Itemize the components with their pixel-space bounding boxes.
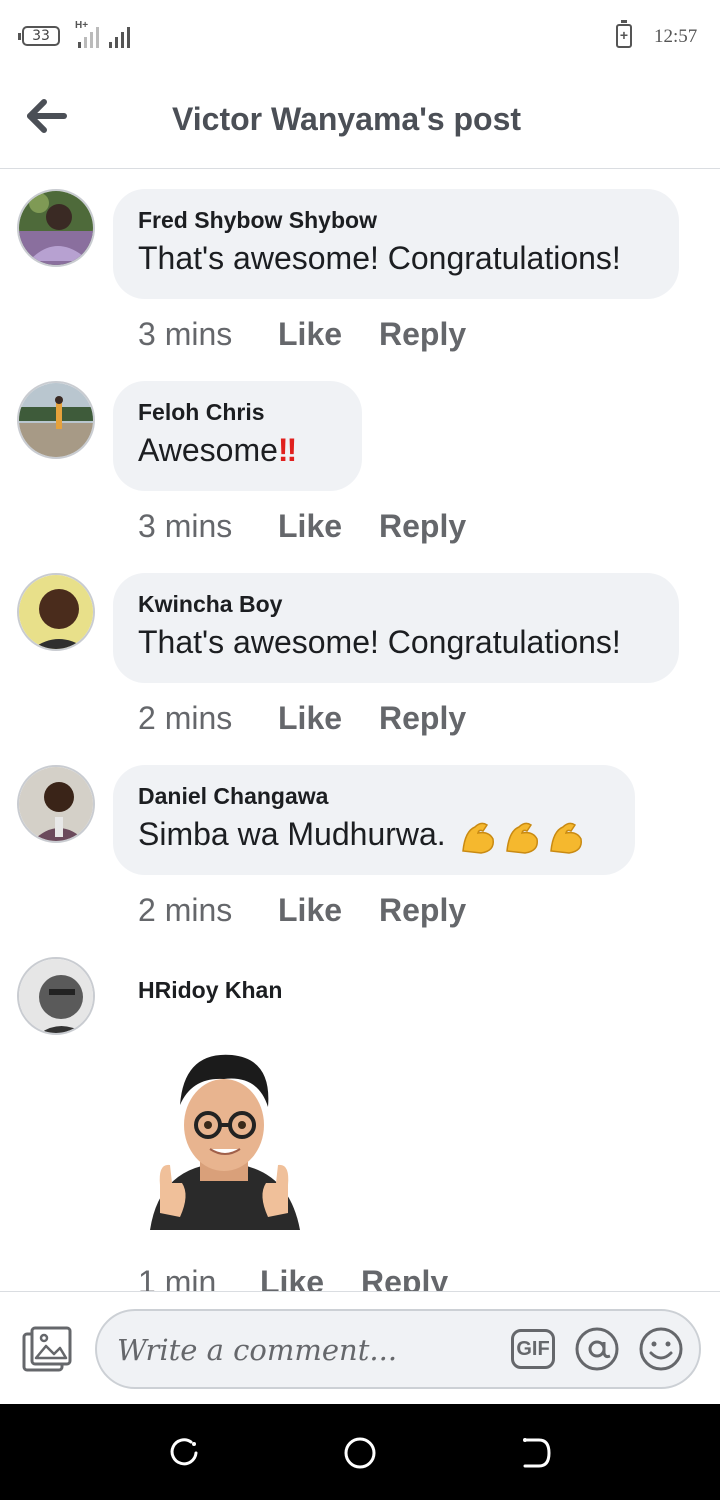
recents-icon[interactable] xyxy=(167,1436,201,1470)
system-nav-bar xyxy=(0,1404,720,1500)
battery-charging-icon: + xyxy=(616,20,632,48)
nav-back-icon[interactable] xyxy=(519,1436,553,1470)
signal-icon xyxy=(76,22,136,48)
avatar[interactable] xyxy=(17,189,95,267)
comment-author[interactable]: Daniel Changawa xyxy=(138,783,609,810)
smiley-icon[interactable] xyxy=(639,1327,683,1371)
page-title: Victor Wanyama's post xyxy=(172,101,522,137)
comment-bubble[interactable]: Fred Shybow Shybow That's awesome! Congr… xyxy=(113,189,679,299)
comment-time: 2 mins xyxy=(138,700,233,736)
home-circle-icon[interactable] xyxy=(343,1436,377,1470)
comment-text: Awesome‼ xyxy=(138,432,336,469)
like-button[interactable]: Like xyxy=(278,700,379,737)
reply-button[interactable]: Reply xyxy=(379,316,466,353)
like-button[interactable]: Like xyxy=(278,508,379,545)
comment-bubble[interactable]: Kwincha Boy That's awesome! Congratulati… xyxy=(113,573,679,683)
comment-time: 2 mins xyxy=(138,892,233,928)
like-button[interactable]: Like xyxy=(278,892,379,929)
comment-input[interactable]: Write a comment... GIF xyxy=(95,1309,701,1389)
post-header: Victor Wanyama's post xyxy=(0,72,720,169)
notification-badge: 33 xyxy=(18,26,60,46)
comment-text-body: Simba wa Mudhurwa. xyxy=(138,816,446,852)
flexed-biceps-emoji xyxy=(455,816,587,854)
comment-text: That's awesome! Congratulations! xyxy=(138,240,621,276)
comment-bubble[interactable]: Daniel Changawa Simba wa Mudhurwa. xyxy=(113,765,635,875)
comment-time: 3 mins xyxy=(138,508,233,544)
comment-time: 3 mins xyxy=(138,316,233,352)
reply-button[interactable]: Reply xyxy=(379,892,466,929)
status-bar: 33 H+ + 12:57 xyxy=(0,0,720,72)
comment-text-body: Awesome xyxy=(138,432,278,468)
comment-actions: 3 mins Like Reply xyxy=(138,316,466,353)
comment-author[interactable]: Fred Shybow Shybow xyxy=(138,207,653,234)
avatar[interactable] xyxy=(17,573,95,651)
arrow-left-icon[interactable] xyxy=(26,96,70,136)
avatar[interactable] xyxy=(17,381,95,459)
like-button[interactable]: Like xyxy=(278,316,379,353)
double-exclamation-emoji: ‼ xyxy=(277,432,297,468)
avatar[interactable] xyxy=(17,765,95,843)
memoji-thumbs-up-sticker[interactable] xyxy=(140,1045,308,1235)
comment-text: That's awesome! Congratulations! xyxy=(138,624,621,660)
comment-author[interactable]: HRidoy Khan xyxy=(138,977,282,1004)
reply-button[interactable]: Reply xyxy=(379,700,466,737)
gif-button[interactable]: GIF xyxy=(511,1329,555,1369)
comment-actions: 2 mins Like Reply xyxy=(138,892,466,929)
comment-placeholder: Write a comment... xyxy=(117,1333,398,1367)
comment-text: Simba wa Mudhurwa. xyxy=(138,816,609,857)
comment-bubble[interactable]: Feloh Chris Awesome‼ xyxy=(113,381,362,491)
avatar[interactable] xyxy=(17,957,95,1035)
clock: 12:57 xyxy=(654,26,698,47)
photo-icon[interactable] xyxy=(22,1326,74,1374)
comment-actions: 3 mins Like Reply xyxy=(138,508,466,545)
comment-author[interactable]: Feloh Chris xyxy=(138,399,336,426)
comment-actions: 2 mins Like Reply xyxy=(138,700,466,737)
comment-composer: Write a comment... GIF xyxy=(0,1291,720,1404)
reply-button[interactable]: Reply xyxy=(379,508,466,545)
comment-author[interactable]: Kwincha Boy xyxy=(138,591,653,618)
mention-icon[interactable] xyxy=(575,1327,619,1371)
